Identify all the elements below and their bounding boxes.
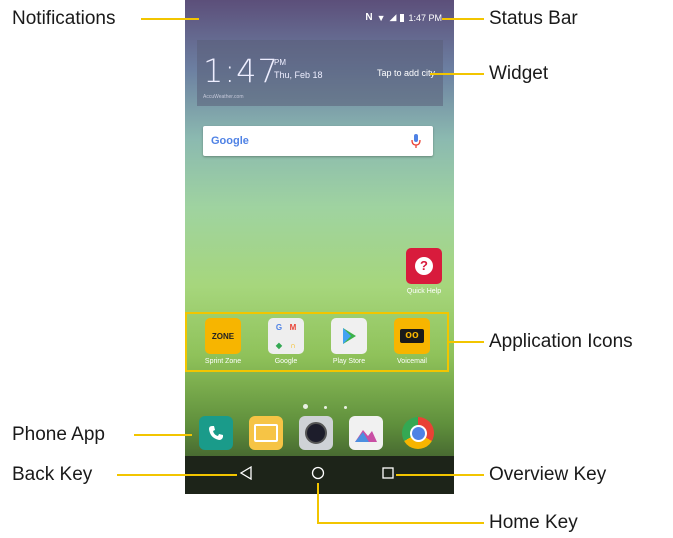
- overview-key-leader-line: [396, 474, 484, 476]
- quick-help-icon: ?: [406, 248, 442, 284]
- status-time: 1:47 PM: [408, 12, 442, 23]
- battery-icon: [400, 13, 405, 22]
- widget-city-prompt[interactable]: Tap to add city: [377, 68, 435, 78]
- overview-key-icon[interactable]: [381, 466, 395, 485]
- camera-icon[interactable]: [299, 416, 333, 450]
- app-quick-help[interactable]: ? Quick Help: [398, 248, 450, 295]
- page-dot: [303, 404, 308, 409]
- back-key-callout: Back Key: [12, 464, 93, 485]
- widget-credit: AccuWeather.com: [203, 94, 244, 100]
- widget-ampm: PM: [274, 58, 286, 67]
- clock-weather-widget[interactable]: 1:47 PM Thu, Feb 18 Tap to add city Accu…: [197, 40, 443, 106]
- notifications-leader-line: [141, 18, 199, 20]
- wifi-icon: ▼: [376, 12, 386, 23]
- page-dot: [324, 406, 328, 409]
- status-bar-leader-line: [442, 18, 484, 20]
- gallery-icon[interactable]: [349, 416, 383, 450]
- widget-callout: Widget: [489, 63, 549, 84]
- back-key-icon[interactable]: [239, 465, 253, 485]
- application-icons-highlight: [185, 312, 449, 372]
- widget-time: 1:47: [203, 52, 279, 90]
- google-search-bar[interactable]: Google: [203, 126, 433, 156]
- status-bar-callout: Status Bar: [489, 8, 578, 29]
- widget-date: Thu, Feb 18: [274, 70, 323, 80]
- home-key-leader-line-vertical: [317, 483, 319, 523]
- widget-leader-line: [430, 73, 484, 75]
- phone-app-leader-line: [134, 434, 192, 436]
- messages-icon[interactable]: [249, 416, 283, 450]
- mic-icon[interactable]: [411, 133, 421, 154]
- status-bar[interactable]: N ▼ ◢ 1:47 PM: [185, 0, 454, 36]
- phone-screen: N ▼ ◢ 1:47 PM 1:47 PM Thu, Feb 18 Tap to…: [185, 0, 454, 494]
- application-icons-callout: Application Icons: [489, 331, 633, 352]
- home-key-leader-line-horizontal: [317, 522, 484, 524]
- google-logo: Google: [211, 135, 249, 147]
- phone-app-callout: Phone App: [12, 424, 105, 445]
- back-key-leader-line: [117, 474, 237, 476]
- app-label: Quick Help: [406, 288, 442, 295]
- notifications-callout: Notifications: [12, 8, 116, 29]
- home-key-callout: Home Key: [489, 512, 578, 533]
- overview-key-callout: Overview Key: [489, 464, 607, 485]
- dock: [185, 412, 454, 456]
- application-icons-leader-line: [449, 341, 484, 343]
- status-icons: N ▼ ◢ 1:47 PM: [365, 12, 442, 23]
- phone-icon[interactable]: [199, 416, 233, 450]
- chrome-icon[interactable]: [401, 416, 435, 450]
- nfc-icon: N: [365, 12, 373, 23]
- signal-icon: ◢: [389, 12, 397, 22]
- page-dot: [343, 406, 347, 409]
